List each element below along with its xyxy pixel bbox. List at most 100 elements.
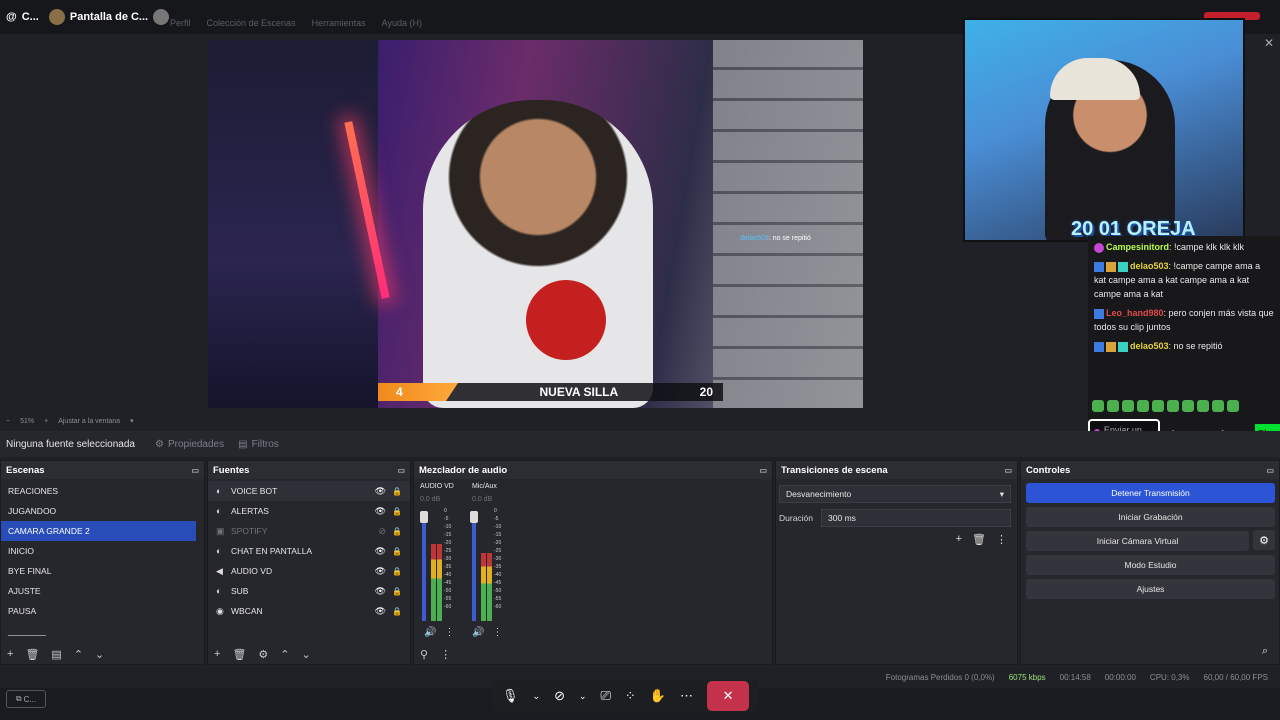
add-icon[interactable]: + (956, 533, 962, 546)
more-icon[interactable]: ⋮ (444, 627, 454, 638)
source-item[interactable]: ◉ WBCAN 👁 🔒 (208, 601, 410, 621)
zoom-out-icon[interactable]: − (6, 418, 10, 425)
zoom-in-icon[interactable]: + (44, 418, 48, 425)
eye-icon[interactable]: 👁 (375, 566, 386, 577)
emote-icon[interactable] (1137, 400, 1149, 412)
emote-icon[interactable] (1092, 400, 1104, 412)
chevron-down-icon[interactable]: ▾ (130, 417, 134, 425)
lock-icon[interactable]: 🔒 (392, 607, 402, 616)
eye-icon[interactable]: 👁 (375, 606, 386, 617)
start-recording-button[interactable]: Iniciar Grabación (1026, 507, 1275, 527)
window-tab-1[interactable]: @ C... (6, 11, 39, 23)
window-tab-2[interactable]: Pantalla de C... (48, 9, 170, 25)
more-icon[interactable]: ⋮ (996, 533, 1007, 546)
scene-item[interactable]: PAUSA (1, 601, 196, 621)
lock-icon[interactable]: 🔒 (392, 527, 402, 536)
source-item[interactable]: ▣ SPOTIFY ⊘ 🔒 (208, 521, 410, 541)
apps-icon[interactable]: ⁘ (625, 688, 636, 704)
speaker-icon[interactable]: 🔊 (472, 627, 484, 638)
lock-icon[interactable]: 🔒 (392, 507, 402, 516)
mic-icon[interactable]: 🎙 (502, 688, 519, 704)
scene-item[interactable]: BYE FINAL (1, 561, 196, 581)
undock-icon[interactable]: ▭ (1004, 466, 1012, 475)
share-screen-icon[interactable]: ⎚ (601, 688, 611, 704)
volume-meter[interactable]: 0 -5 -10 -15 -20 -25 -30 -35 -40 -45 -50 -55 -60 (470, 508, 501, 621)
studio-mode-button[interactable]: Modo Estudio (1026, 555, 1275, 575)
taskbar-app[interactable]: ⧉ C... (6, 690, 46, 708)
emote-icon[interactable] (1167, 400, 1179, 412)
filter-icon[interactable]: ▤ (51, 648, 61, 661)
fit-window-option[interactable]: Ajustar a la ventana (58, 418, 120, 425)
chevron-up-icon[interactable]: ⌃ (74, 648, 83, 661)
eye-icon[interactable]: 👁 (375, 546, 386, 557)
eye-off-icon[interactable]: ⊘ (378, 526, 386, 537)
volume-knob[interactable] (420, 511, 428, 523)
volume-slider[interactable] (422, 511, 426, 621)
trash-icon[interactable]: 🗑 (25, 648, 39, 661)
undock-icon[interactable]: ▭ (759, 466, 767, 475)
source-item[interactable]: ◐ CHAT EN PANTALLA 👁 🔒 (208, 541, 410, 561)
emote-icon[interactable] (1182, 400, 1194, 412)
camera-off-icon[interactable]: ⊘ (554, 688, 565, 704)
scene-item[interactable]: ________ (1, 621, 196, 641)
settings-button[interactable]: Ajustes (1026, 579, 1275, 599)
chevron-up-icon[interactable]: ⌃ (280, 648, 289, 661)
lock-icon[interactable]: 🔒 (392, 587, 402, 596)
menu-item-help[interactable]: Ayuda (H) (382, 18, 422, 28)
menu-item-profile[interactable]: Perfil (170, 18, 191, 28)
add-icon[interactable]: + (214, 648, 220, 660)
zoom-icon[interactable]: ⌕ (1262, 645, 1268, 658)
menu-item-tools[interactable]: Herramientas (312, 18, 366, 28)
gear-icon[interactable]: ⚙ (258, 648, 268, 661)
emote-bar[interactable] (1092, 400, 1239, 412)
scene-item[interactable]: INICIO (1, 541, 196, 561)
chevron-down-icon[interactable]: ⌄ (302, 648, 311, 661)
source-item[interactable]: ◐ ALERTAS 👁 🔒 (208, 501, 410, 521)
duration-input[interactable]: 300 ms (821, 509, 1011, 527)
emote-icon[interactable] (1122, 400, 1134, 412)
undock-icon[interactable]: ▭ (1266, 466, 1274, 475)
chevron-down-icon[interactable]: ⌄ (533, 691, 541, 702)
stream-preview[interactable]: delao503: no se repitió 4 NUEVA SILLA 20 (208, 40, 863, 408)
scene-item-active[interactable]: CAMARA GRANDE 2 (1, 521, 196, 541)
source-item[interactable]: ◐ SUB 👁 🔒 (208, 581, 410, 601)
properties-button[interactable]: ⚙ Propiedades (155, 439, 224, 450)
more-icon[interactable]: ⋮ (492, 627, 502, 638)
volume-slider[interactable] (472, 511, 476, 621)
transition-select[interactable]: Desvanecimiento ▾ (779, 485, 1011, 503)
reaction-icon[interactable]: ✋ (650, 688, 666, 704)
add-icon[interactable]: + (7, 648, 13, 660)
scene-item[interactable]: JUGANDOO (1, 501, 196, 521)
eye-icon[interactable]: 👁 (375, 586, 386, 597)
volume-knob[interactable] (470, 511, 478, 523)
chevron-down-icon[interactable]: ⌄ (579, 691, 587, 702)
eye-icon[interactable]: 👁 (375, 486, 386, 497)
emote-icon[interactable] (1152, 400, 1164, 412)
volume-meter[interactable]: 0 -5 -10 -15 -20 -25 -30 -35 -40 -45 -50 -55 -60 (420, 508, 451, 621)
emote-icon[interactable] (1227, 400, 1239, 412)
lock-icon[interactable]: 🔒 (392, 567, 402, 576)
stop-stream-button[interactable]: Detener Transmisión (1026, 483, 1275, 503)
eye-icon[interactable]: 👁 (375, 506, 386, 517)
close-icon[interactable]: ✕ (1264, 36, 1274, 50)
menu-item-scene-collection[interactable]: Colección de Escenas (207, 18, 296, 28)
source-item[interactable]: ◀ AUDIO VD 👁 🔒 (208, 561, 410, 581)
trash-icon[interactable]: 🗑 (972, 533, 986, 546)
more-icon[interactable]: ⋮ (440, 648, 451, 661)
speaker-icon[interactable]: 🔊 (424, 627, 436, 638)
emote-icon[interactable] (1197, 400, 1209, 412)
trash-icon[interactable]: 🗑 (232, 648, 246, 661)
virtual-camera-button[interactable]: Iniciar Cámara Virtual (1026, 531, 1249, 551)
source-item[interactable]: ◐ VOICE BOT 👁 🔒 (208, 481, 410, 501)
gear-icon[interactable]: ⚙ (1253, 530, 1275, 550)
undock-icon[interactable]: ▭ (397, 466, 405, 475)
scene-item[interactable]: REACIONES (1, 481, 196, 501)
emote-icon[interactable] (1107, 400, 1119, 412)
filters-button[interactable]: ▤ Filtros (238, 439, 279, 450)
more-icon[interactable]: ⋯ (680, 688, 693, 704)
undock-icon[interactable]: ▭ (191, 466, 199, 475)
lock-icon[interactable]: 🔒 (392, 547, 402, 556)
scene-item[interactable]: AJUSTE (1, 581, 196, 601)
chevron-down-icon[interactable]: ⌄ (95, 648, 104, 661)
emote-icon[interactable] (1212, 400, 1224, 412)
